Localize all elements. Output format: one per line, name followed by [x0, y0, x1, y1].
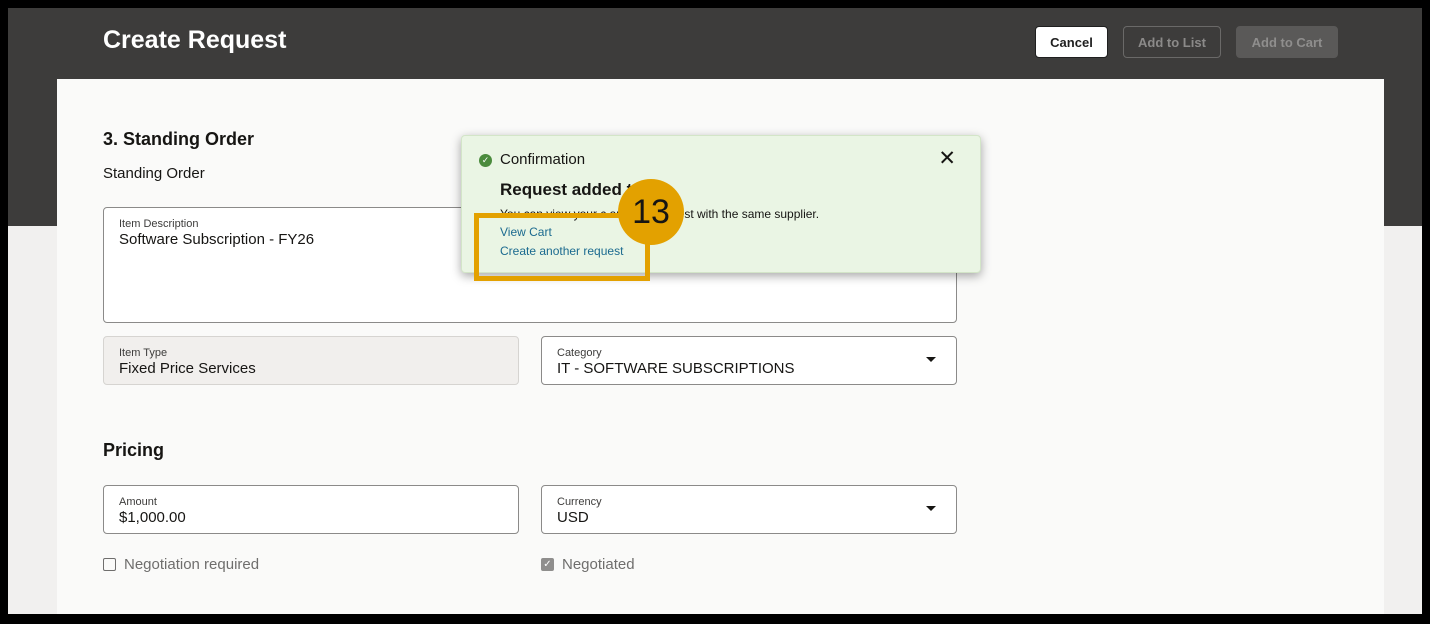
item-type-label: Item Type	[119, 347, 168, 359]
amount-label: Amount	[119, 496, 157, 508]
pricing-section-title: Pricing	[103, 440, 165, 460]
checkbox-unchecked-icon	[103, 558, 116, 571]
close-icon[interactable]: ✕	[938, 148, 956, 170]
negotiation-required-checkbox[interactable]: Negotiation required	[103, 556, 259, 573]
toast-title: Request added t	[500, 180, 633, 199]
negotiated-label: Negotiated	[562, 556, 635, 573]
item-type-value: Fixed Price Services	[119, 360, 256, 377]
add-to-list-button[interactable]: Add to List	[1123, 26, 1221, 58]
amount-field[interactable]: Amount $1,000.00	[103, 485, 519, 534]
item-type-field: Item Type Fixed Price Services	[103, 336, 519, 385]
page-title: Create Request	[103, 26, 287, 54]
chevron-down-icon	[926, 357, 936, 362]
standing-order-subtitle: Standing Order	[103, 165, 205, 182]
callout-step-badge: 13	[618, 179, 684, 245]
cancel-button[interactable]: Cancel	[1035, 26, 1108, 58]
add-to-cart-button[interactable]: Add to Cart	[1236, 26, 1338, 58]
amount-value: $1,000.00	[119, 509, 186, 526]
chevron-down-icon	[926, 506, 936, 511]
category-label: Category	[557, 347, 602, 359]
item-description-label: Item Description	[119, 218, 199, 230]
negotiated-checkbox[interactable]: ✓ Negotiated	[541, 556, 635, 573]
category-select[interactable]: Category IT - SOFTWARE SUBSCRIPTIONS	[541, 336, 957, 385]
standing-order-section-title: 3. Standing Order	[103, 129, 255, 149]
app-window: Create Request Cancel Add to List Add to…	[8, 8, 1422, 614]
check-circle-icon: ✓	[479, 154, 492, 167]
negotiation-required-label: Negotiation required	[124, 556, 260, 573]
checkbox-checked-icon: ✓	[541, 558, 554, 571]
currency-value: USD	[557, 509, 589, 526]
currency-label: Currency	[557, 496, 602, 508]
currency-select[interactable]: Currency USD	[541, 485, 957, 534]
category-value: IT - SOFTWARE SUBSCRIPTIONS	[557, 360, 795, 377]
item-description-value: Software Subscription - FY26	[119, 231, 315, 248]
toast-heading: Confirmation	[500, 151, 586, 168]
